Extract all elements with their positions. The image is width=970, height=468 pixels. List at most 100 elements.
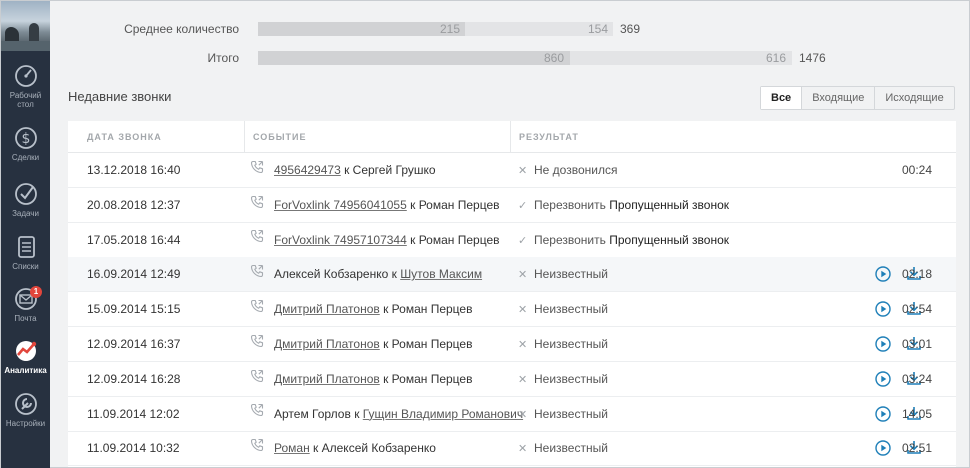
result-status: Перезвонить: [534, 232, 606, 247]
call-to: Роман Перцев: [418, 232, 500, 247]
cross-icon: ✕: [518, 373, 528, 386]
call-duration: 02:18: [901, 267, 932, 282]
call-date: 11.09.2014 10:32: [87, 441, 180, 456]
call-from[interactable]: Роман: [274, 441, 310, 455]
call-event: Алексей Кобзаренко к Шутов Максим: [250, 257, 482, 291]
result-status: Неизвестный: [534, 337, 608, 351]
section-title: Недавние звонки: [68, 89, 172, 104]
result-status: Неизвестный: [534, 267, 608, 282]
phone-call-icon: [250, 292, 264, 326]
call-result: ✕ Неизвестный: [518, 397, 608, 431]
call-filter-tabs: Все Входящие Исходящие: [760, 86, 955, 110]
cross-icon: ✕: [518, 269, 528, 282]
check-icon: ✓: [518, 199, 528, 212]
svg-text:$: $: [21, 131, 30, 147]
call-from[interactable]: ForVoxlink 74956041055: [274, 198, 407, 212]
calls-table: ДАТА ЗВОНКА СОБЫТИЕ РЕЗУЛЬТАТ 13.12.2018…: [68, 121, 956, 467]
analytics-icon: [15, 341, 36, 361]
call-to: Роман Перцев: [391, 302, 473, 317]
play-icon[interactable]: [875, 336, 891, 352]
call-from[interactable]: Дмитрий Платонов: [274, 372, 380, 386]
call-to[interactable]: Шутов Максим: [400, 267, 482, 281]
table-row: 12.09.2014 16:37 Дмитрий Платонов к Роман…: [68, 327, 956, 362]
column-header-date[interactable]: ДАТА ЗВОНКА: [87, 121, 162, 153]
result-detail: Пропущенный звонок: [609, 197, 729, 212]
table-row: 11.09.2014 10:32 Роман к Алексей Кобзарен…: [68, 431, 956, 467]
play-icon[interactable]: [875, 405, 891, 422]
sidebar-item-desktop[interactable]: Рабочий стол: [1, 63, 50, 117]
dollar-icon: $: [14, 127, 37, 149]
play-icon[interactable]: [875, 266, 891, 283]
call-to: Сергей Грушко: [352, 163, 436, 177]
column-header-result[interactable]: РЕЗУЛЬТАТ: [519, 121, 579, 153]
checkmark-circle-icon: [14, 183, 37, 205]
bar-value-a: 215: [440, 22, 461, 36]
table-row: 15.09.2014 15:15 Дмитрий Платонов к Роман…: [68, 292, 956, 328]
call-separator: к: [340, 163, 353, 177]
speedometer-icon: [14, 65, 37, 87]
call-separator: к: [379, 302, 392, 317]
sidebar-item-label: Настройки: [5, 419, 46, 428]
call-to: Роман Перцев: [418, 197, 500, 212]
call-from[interactable]: Дмитрий Платонов: [274, 302, 380, 316]
call-duration: 14:05: [901, 406, 932, 421]
contact-book-icon: [17, 236, 35, 258]
table-header: ДАТА ЗВОНКА СОБЫТИЕ РЕЗУЛЬТАТ: [68, 121, 956, 153]
sidebar-item-tasks[interactable]: Задачи: [1, 181, 50, 235]
result-status: Перезвонить: [534, 197, 606, 212]
call-result: ✕ Не дозвонился: [518, 153, 617, 187]
table-row: 12.09.2014 16:28 Дмитрий Платонов к Роман…: [68, 362, 956, 397]
call-separator: к: [379, 337, 392, 351]
avatar[interactable]: [1, 1, 50, 51]
sidebar-item-label: Списки: [12, 262, 39, 271]
call-to[interactable]: Гущин Владимир Романович: [363, 407, 523, 421]
call-date: 11.09.2014 12:02: [87, 406, 180, 421]
phone-call-icon: [250, 153, 264, 187]
bar-segment-a: [258, 51, 570, 65]
call-from: Алексей Кобзаренко: [274, 267, 389, 282]
bar-value-a: 860: [544, 51, 565, 65]
call-date: 15.09.2014 15:15: [87, 302, 181, 317]
column-header-event[interactable]: СОБЫТИЕ: [253, 121, 307, 153]
call-from[interactable]: 4956429473: [274, 163, 341, 177]
stat-total: 369: [620, 22, 641, 36]
sidebar-item-settings[interactable]: Настройки: [1, 391, 50, 445]
call-date: 13.12.2018 16:40: [87, 163, 181, 177]
call-to: Роман Перцев: [391, 371, 473, 386]
call-to: Роман Перцев: [391, 337, 473, 351]
table-row: 16.09.2014 12:49 Алексей Кобзаренко к Шут…: [68, 257, 956, 293]
sidebar-item-label: Аналитика: [4, 366, 47, 375]
call-event: Роман к Алексей Кобзаренко: [250, 431, 436, 465]
sidebar-item-mail[interactable]: 1 Почта: [1, 286, 50, 340]
filter-incoming[interactable]: Входящие: [801, 87, 874, 109]
call-from[interactable]: Дмитрий Платонов: [274, 337, 380, 351]
wrench-icon: [14, 393, 37, 415]
filter-outgoing[interactable]: Исходящие: [874, 87, 953, 109]
call-duration: 02:54: [901, 302, 932, 317]
bar-segment-b: [570, 51, 792, 65]
sidebar-item-analytics[interactable]: Аналитика: [1, 338, 50, 392]
play-icon[interactable]: [875, 371, 891, 387]
sidebar-item-label: Рабочий стол: [9, 91, 42, 109]
call-to: Алексей Кобзаренко: [321, 441, 436, 456]
phone-call-icon: [250, 257, 264, 291]
sidebar-item-label: Почта: [14, 314, 37, 323]
play-icon[interactable]: [875, 301, 891, 317]
filter-all[interactable]: Все: [761, 87, 802, 109]
notification-badge: 1: [30, 286, 42, 298]
call-from[interactable]: ForVoxlink 74957107344: [274, 233, 407, 247]
check-icon: ✓: [518, 234, 528, 247]
call-date: 20.08.2018 12:37: [87, 197, 181, 212]
play-icon[interactable]: [875, 440, 891, 457]
call-date: 17.05.2018 16:44: [87, 232, 181, 247]
stat-average: Среднее количество 215 154 369: [50, 20, 969, 38]
bar-value-b: 616: [766, 51, 787, 65]
sidebar-item-lists[interactable]: Списки: [1, 234, 50, 288]
call-result: ✕ Неизвестный: [518, 327, 608, 361]
call-date: 12.09.2014 16:37: [87, 337, 181, 351]
result-status: Неизвестный: [534, 371, 608, 386]
sidebar-item-deals[interactable]: $ Сделки: [1, 125, 50, 179]
call-event: 4956429473 к Сергей Грушко: [250, 153, 436, 187]
call-event: Артем Горлов к Гущин Владимир Романович: [250, 397, 523, 431]
call-separator: к: [406, 197, 419, 212]
